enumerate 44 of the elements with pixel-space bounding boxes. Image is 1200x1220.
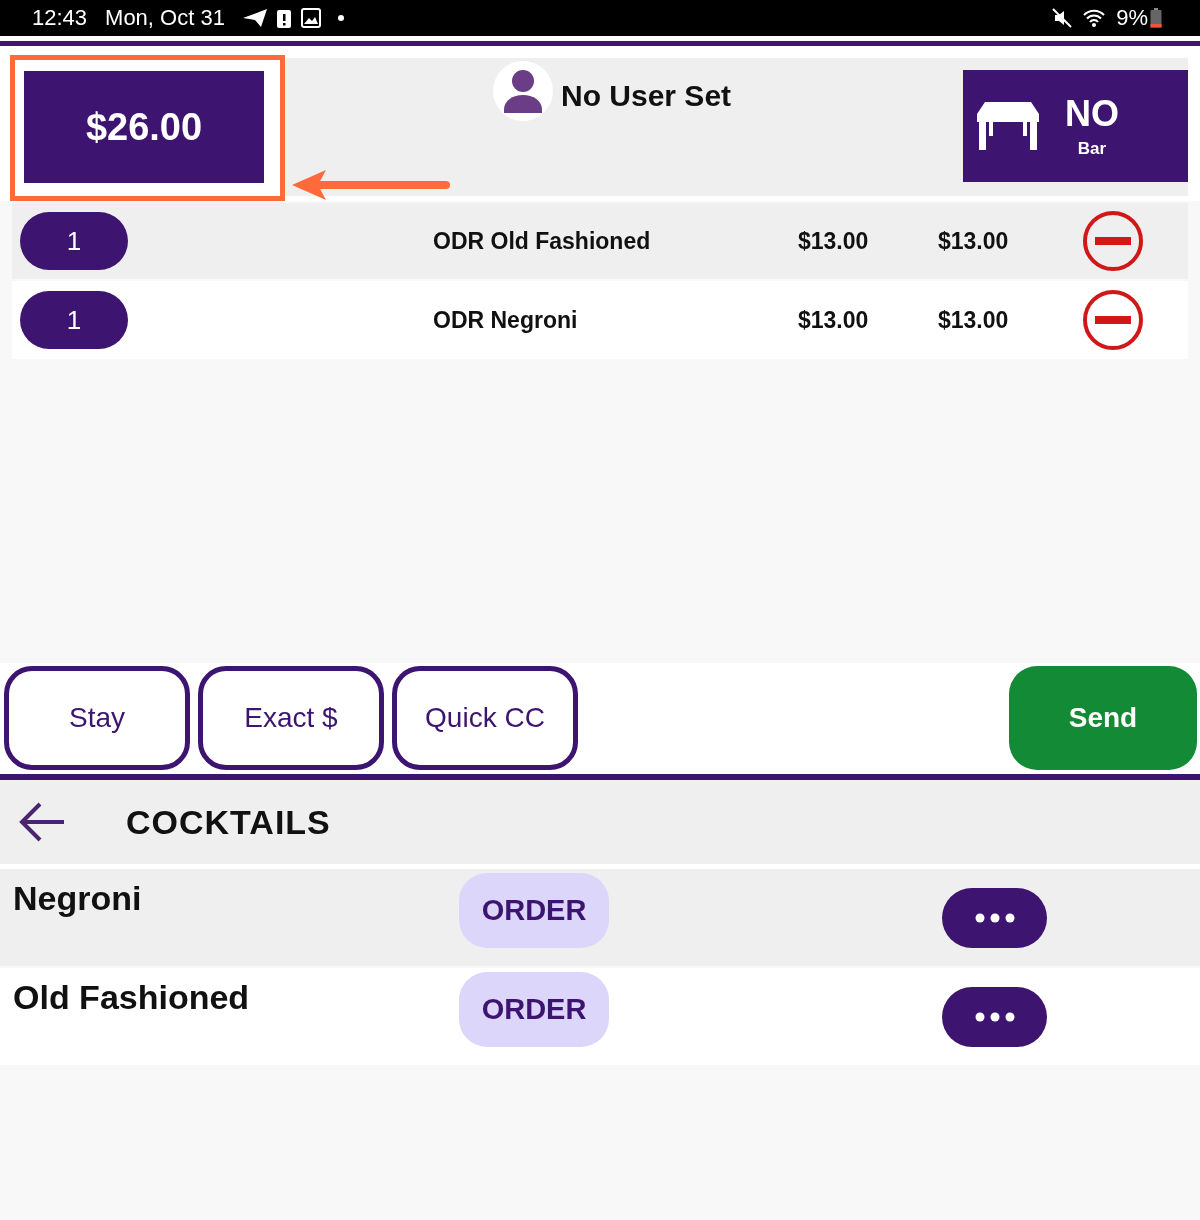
order-button[interactable]: ORDER	[459, 873, 609, 948]
table-area: Bar	[1077, 139, 1107, 159]
mute-icon	[1052, 8, 1073, 28]
wifi-icon	[1082, 8, 1107, 28]
quantity-button[interactable]: 1	[20, 212, 128, 270]
category-title: COCKTAILS	[126, 802, 331, 842]
order-row[interactable]: 1 ODR Old Fashioned $13.00 $13.00	[12, 203, 1188, 279]
more-icon	[974, 913, 1015, 923]
table-name: NO	[1065, 93, 1119, 135]
action-button[interactable]: Exact $	[198, 666, 384, 770]
menu-item-name: Negroni	[13, 879, 143, 918]
status-date: Mon, Oct 31	[105, 5, 225, 31]
send-button[interactable]: Send	[1009, 666, 1197, 770]
action-button[interactable]: Quick CC	[392, 666, 578, 770]
item-total: $13.00	[938, 306, 1010, 334]
item-price: $13.00	[798, 306, 870, 334]
image-icon	[300, 8, 321, 28]
order-button[interactable]: ORDER	[459, 972, 609, 1047]
item-name: ODR Old Fashioned	[433, 227, 652, 255]
menu-item-name: Old Fashioned	[13, 978, 251, 1017]
dot-icon	[336, 14, 345, 22]
more-button[interactable]	[942, 888, 1047, 948]
user-icon	[493, 61, 553, 121]
battery-percent: 9%	[1116, 5, 1148, 31]
clock-time: 12:43	[32, 5, 88, 31]
item-total: $13.00	[938, 227, 1010, 255]
action-button[interactable]: Stay	[4, 666, 190, 770]
remove-icon[interactable]	[1082, 289, 1144, 351]
table-icon	[977, 102, 1039, 150]
battery-icon	[1150, 8, 1162, 28]
order-row[interactable]: 1 ODR Negroni $13.00 $13.00	[12, 281, 1188, 359]
quantity-button[interactable]: 1	[20, 291, 128, 349]
arrow-icon	[290, 168, 450, 202]
item-name: ODR Negroni	[433, 306, 579, 334]
item-price: $13.00	[798, 227, 870, 255]
more-button[interactable]	[942, 987, 1047, 1047]
table-button[interactable]: NO Bar	[963, 70, 1188, 182]
user-name: No User Set	[561, 79, 732, 113]
remove-icon[interactable]	[1082, 210, 1144, 272]
send-icon	[242, 9, 267, 27]
back-arrow-icon[interactable]	[18, 801, 66, 843]
total-button[interactable]: $26.00	[24, 71, 264, 183]
alert-icon	[276, 8, 291, 28]
more-icon	[974, 1012, 1015, 1022]
